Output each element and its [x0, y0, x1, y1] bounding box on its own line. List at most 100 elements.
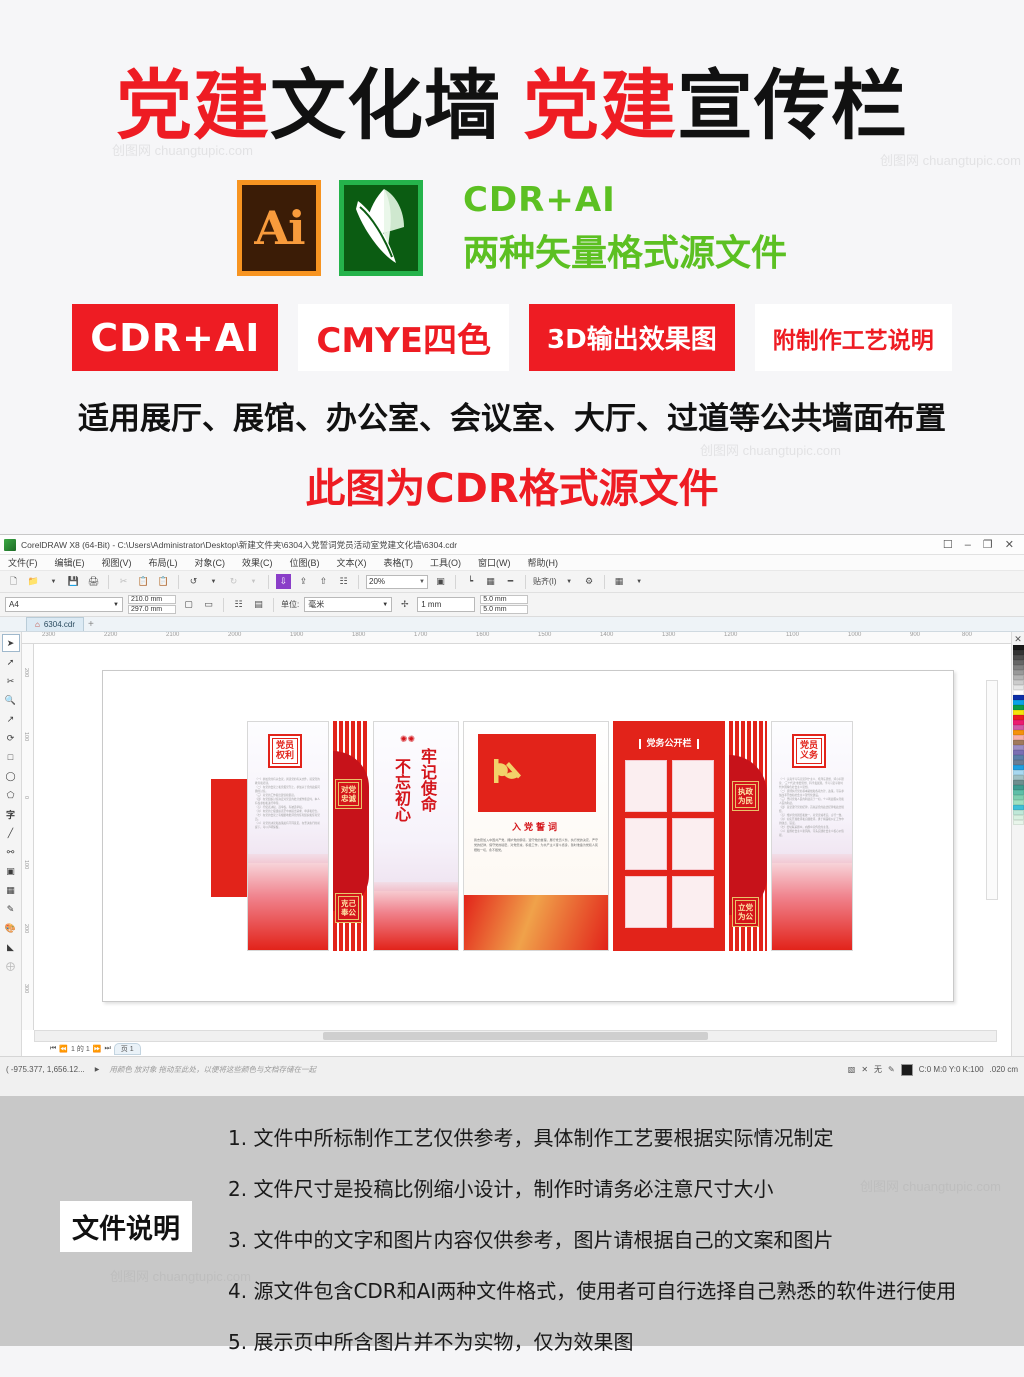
drop-shadow-tool-icon[interactable]: ▣ — [2, 862, 20, 880]
parallel-dimension-tool-icon[interactable]: ╱ — [2, 824, 20, 842]
menu-item-window[interactable]: 窗口(W) — [478, 556, 511, 569]
new-icon[interactable]: 🗋 — [6, 574, 21, 589]
nudge-distance-field[interactable]: 1 mm — [417, 597, 476, 612]
pick-tool-icon[interactable]: ➤ — [1, 634, 20, 652]
text-tool-icon[interactable]: 字 — [2, 805, 20, 823]
export-icon[interactable]: ⇪ — [296, 574, 311, 589]
undo-dropdown-icon[interactable]: ▼ — [206, 574, 221, 589]
fill-none-icon[interactable]: ✕ — [861, 1065, 868, 1074]
board-cell[interactable] — [625, 760, 667, 812]
menu-item-edit[interactable]: 编辑(E) — [55, 556, 85, 569]
duplicate-offset-y-field[interactable]: 5.0 mm — [480, 605, 529, 614]
panel-party-oath[interactable]: 入党誓词 我志愿加入中国共产党，拥护党的纲领，遵守党的章程，履行党员义务，执行党… — [463, 721, 609, 951]
page-width-field[interactable]: 210.0 mm — [128, 595, 176, 604]
drawing-page-area[interactable]: 党员 权利 （一）参加党的有关会议，阅读党的有关文件，接受党的教育和培训。 （二… — [34, 644, 997, 1030]
docker-panel[interactable] — [986, 680, 998, 900]
next-page-icon[interactable]: ⏩ — [93, 1045, 102, 1053]
freehand-tool-icon[interactable]: ↗ — [2, 710, 20, 728]
canvas-area[interactable]: 2300 2200 2100 2000 1900 1800 1700 1600 … — [22, 632, 1011, 1056]
current-page-icon[interactable]: ▤ — [251, 597, 266, 612]
board-cell[interactable] — [625, 818, 667, 870]
crop-tool-icon[interactable]: ✂ — [2, 672, 20, 690]
duplicate-offset-x-field[interactable]: 5.0 mm — [480, 595, 529, 604]
panel-stay-true-mission[interactable]: ✺✺ 牢记使命 不忘初心 — [373, 721, 459, 951]
panel-party-member-rights[interactable]: 党员 权利 （一）参加党的有关会议，阅读党的有关文件，接受党的教育和培训。 （二… — [247, 721, 329, 951]
menu-item-layout[interactable]: 布局(L) — [149, 556, 178, 569]
artistic-media-tool-icon[interactable]: ⟳ — [2, 729, 20, 747]
chevron-down-icon[interactable]: ▼ — [419, 579, 425, 585]
board-cell[interactable] — [672, 876, 714, 928]
landscape-orientation-icon[interactable]: ▭ — [201, 597, 216, 612]
publish-pdf-icon[interactable]: ⇧ — [316, 574, 331, 589]
grid-icon[interactable]: ▦ — [483, 574, 498, 589]
outline-color-chip[interactable] — [900, 1063, 913, 1076]
polygon-tool-icon[interactable]: ⬠ — [2, 786, 20, 804]
menu-item-tools[interactable]: 工具(O) — [430, 556, 461, 569]
show-rulers-icon[interactable]: ┕ — [463, 574, 478, 589]
panel-party-affairs-board[interactable]: 党务公开栏 — [613, 721, 725, 951]
menu-item-text[interactable]: 文本(X) — [337, 556, 367, 569]
snap-dropdown-icon[interactable]: ▼ — [562, 574, 577, 589]
import-icon[interactable]: ⇩ — [276, 574, 291, 589]
export-html-icon[interactable]: ☷ — [336, 574, 351, 589]
smart-fill-tool-icon[interactable]: ◣ — [2, 938, 20, 956]
open-icon[interactable]: 📁 — [26, 574, 41, 589]
all-pages-icon[interactable]: ☷ — [231, 597, 246, 612]
fullscreen-preview-icon[interactable]: ▣ — [433, 574, 448, 589]
launch-icon[interactable]: ▦ — [612, 574, 627, 589]
redo-dropdown-icon[interactable]: ▼ — [246, 574, 261, 589]
color-palette[interactable]: ✕ — [1011, 632, 1024, 1056]
undo-icon[interactable]: ↺ — [186, 574, 201, 589]
outline-tool-icon[interactable]: ⨁ — [2, 957, 20, 975]
menu-item-object[interactable]: 对象(C) — [195, 556, 226, 569]
save-icon[interactable]: 💾 — [66, 574, 81, 589]
board-cell[interactable] — [672, 760, 714, 812]
copy-icon[interactable]: 📋 — [136, 574, 151, 589]
cut-icon[interactable]: ✂ — [116, 574, 131, 589]
scrollbar-thumb[interactable] — [323, 1032, 708, 1040]
menu-item-effects[interactable]: 效果(C) — [242, 556, 273, 569]
board-cell[interactable] — [625, 876, 667, 928]
document-tab[interactable]: ⌂ 6304.cdr — [26, 617, 84, 631]
restore-down-icon[interactable]: ☐ — [943, 538, 953, 551]
units-combo[interactable]: 毫米 ▼ — [304, 597, 393, 612]
menu-item-view[interactable]: 视图(V) — [102, 556, 132, 569]
paste-icon[interactable]: 📋 — [156, 574, 171, 589]
color-swatch[interactable] — [1012, 820, 1024, 825]
horizontal-scrollbar[interactable] — [34, 1030, 997, 1042]
open-dropdown-icon[interactable]: ▼ — [46, 574, 61, 589]
close-icon[interactable]: ✕ — [1005, 538, 1014, 551]
zoom-level-combo[interactable]: 20% ▼ — [366, 574, 428, 589]
redo-icon[interactable]: ↻ — [226, 574, 241, 589]
snap-to-label[interactable]: 贴齐(I) — [533, 576, 557, 587]
minimize-icon[interactable]: – — [965, 539, 971, 551]
menu-item-file[interactable]: 文件(F) — [8, 556, 38, 569]
no-color-icon[interactable]: ✕ — [1013, 634, 1024, 645]
launch-dropdown-icon[interactable]: ▼ — [632, 574, 647, 589]
zoom-tool-icon[interactable]: 🔍 — [2, 691, 20, 709]
page-tab-1[interactable]: 页 1 — [113, 1043, 141, 1055]
fill-color-icon[interactable]: ▧ — [848, 1065, 856, 1074]
print-icon[interactable]: 🖨 — [86, 574, 101, 589]
last-page-icon[interactable]: ⏭ — [104, 1045, 110, 1053]
ellipse-tool-icon[interactable]: ◯ — [2, 767, 20, 785]
rectangle-tool-icon[interactable]: □ — [2, 748, 20, 766]
party-culture-wall-artwork[interactable]: 党员 权利 （一）参加党的有关会议，阅读党的有关文件，接受党的教育和培训。 （二… — [211, 721, 853, 951]
menu-item-help[interactable]: 帮助(H) — [528, 556, 559, 569]
board-cell[interactable] — [672, 818, 714, 870]
menu-item-bitmaps[interactable]: 位图(B) — [290, 556, 320, 569]
guidelines-icon[interactable]: ━ — [503, 574, 518, 589]
transparency-tool-icon[interactable]: ▦ — [2, 881, 20, 899]
page-preset-combo[interactable]: A4 ▼ — [5, 597, 123, 612]
drawing-page[interactable]: 党员 权利 （一）参加党的有关会议，阅读党的有关文件，接受党的教育和培训。 （二… — [102, 670, 954, 1002]
maximize-icon[interactable]: ❐ — [983, 538, 993, 551]
page-height-field[interactable]: 297.0 mm — [128, 605, 176, 614]
first-page-icon[interactable]: ⏮ — [50, 1045, 56, 1053]
outline-pen-icon[interactable]: ✎ — [888, 1065, 895, 1074]
interactive-fill-tool-icon[interactable]: 🎨 — [2, 919, 20, 937]
connector-tool-icon[interactable]: ⚯ — [2, 843, 20, 861]
menu-item-table[interactable]: 表格(T) — [384, 556, 414, 569]
shape-tool-icon[interactable]: ➚ — [2, 653, 20, 671]
gear-icon[interactable]: ⚙ — [582, 574, 597, 589]
add-tab-icon[interactable]: + — [88, 619, 94, 630]
